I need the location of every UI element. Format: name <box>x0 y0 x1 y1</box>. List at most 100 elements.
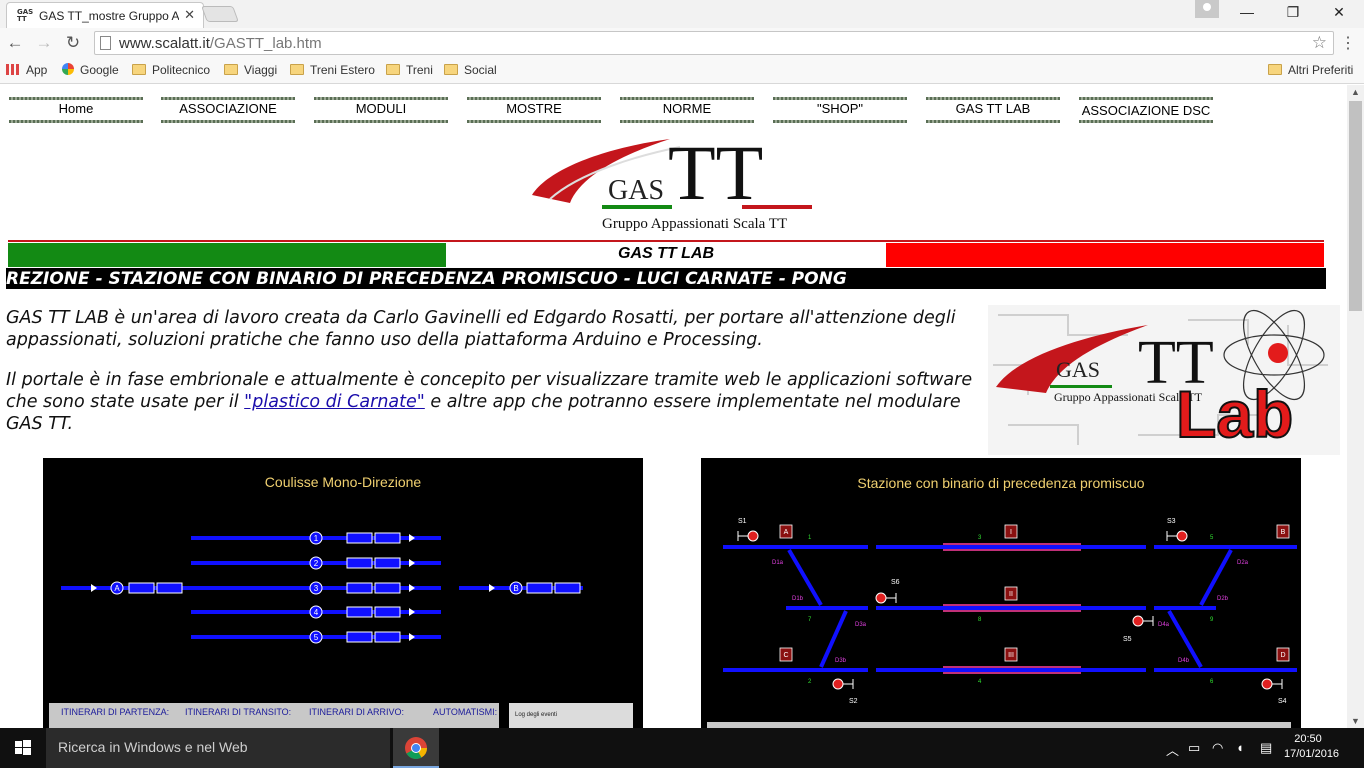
windows-logo-icon <box>15 740 31 755</box>
nav-shop[interactable]: "SHOP" <box>773 97 907 123</box>
switch-label: D2b <box>1217 596 1229 602</box>
lab-logo-lab: Lab <box>1176 377 1293 451</box>
volume-icon[interactable]: ◖ <box>1236 740 1244 755</box>
wifi-icon[interactable]: ◠ <box>1212 740 1223 756</box>
nav-associazione[interactable]: ASSOCIAZIONE <box>161 97 295 123</box>
minimize-icon[interactable]: — <box>1235 4 1259 22</box>
itinerary-label: ITINERARI DI PARTENZA: <box>61 707 169 717</box>
browser-titlebar: GAS TT GAS TT_mostre Gruppo Ap ✕ — ❐ ✕ <box>0 0 1364 28</box>
windows-start-button[interactable] <box>0 728 46 768</box>
signal-label: S5 <box>1123 636 1132 643</box>
nav-gas-tt-lab[interactable]: GAS TT LAB <box>926 97 1060 123</box>
nav-associazione-dsc[interactable]: ASSOCIAZIONE DSC <box>1079 97 1213 123</box>
coulisse-panel[interactable]: Coulisse Mono-Direzione 1 2 3 4 5 A B IT… <box>43 458 643 728</box>
tab-title: GAS TT_mostre Gruppo Ap <box>39 9 179 23</box>
bookmark-social[interactable]: Social <box>444 63 497 79</box>
track-label: 5 <box>1210 535 1214 541</box>
switch-label: D1a <box>772 560 784 566</box>
windows-taskbar: Ricerca in Windows e nel Web ︿ ▭ ◠ ◖ ▤ 2… <box>0 728 1364 768</box>
page-icon <box>100 36 111 50</box>
back-arrow-icon[interactable]: ← <box>4 32 26 54</box>
ticker-marquee: REZIONE - STAZIONE CON BINARIO DI PRECED… <box>6 268 1326 289</box>
clock-date: 17/01/2016 <box>1284 748 1340 760</box>
track-number: 5 <box>314 633 319 642</box>
coulisse-diagram: 1 2 3 4 5 A B ITINERARI DI PARTENZA: ITI… <box>49 531 633 728</box>
tab-close-icon[interactable]: ✕ <box>184 7 195 23</box>
track-label: 4 <box>978 679 982 685</box>
bookmark-label: App <box>26 63 48 77</box>
nav-norme[interactable]: NORME <box>620 97 754 123</box>
track-number: 4 <box>314 608 319 617</box>
red-flag-bar <box>886 243 1324 267</box>
portal-paragraph: Il portale è in fase embrionale e attual… <box>6 369 986 435</box>
bookmark-app[interactable]: App <box>6 63 47 79</box>
taskbar-clock[interactable]: 20:50 17/01/2016 <box>1284 732 1340 762</box>
station-panel[interactable]: Stazione con binario di precedenza promi… <box>701 458 1301 728</box>
notifications-icon[interactable]: ▤ <box>1260 740 1272 756</box>
scroll-down-icon[interactable]: ▼ <box>1351 716 1360 726</box>
new-tab-button[interactable] <box>201 6 239 22</box>
logo-subtitle: Gruppo Appassionati Scala TT <box>602 216 787 232</box>
close-window-icon[interactable]: ✕ <box>1327 4 1351 22</box>
scroll-thumb[interactable] <box>1349 101 1362 311</box>
bookmark-google[interactable]: Google <box>62 63 119 79</box>
gas-tt-logo[interactable]: GAS TT Gruppo Appassionati Scala TT <box>530 129 820 237</box>
bookmark-viaggi[interactable]: Viaggi <box>224 63 277 79</box>
point-a-label: A <box>114 584 120 593</box>
bookmark-politecnico[interactable]: Politecnico <box>132 63 210 79</box>
logo-green-stripe <box>602 205 672 209</box>
screen: GAS TT GAS TT_mostre Gruppo Ap ✕ — ❐ ✕ ←… <box>0 0 1364 768</box>
browser-toolbar: ← → ↻ www.scalatt.it/GASTT_lab.htm ☆ ⋮ <box>0 28 1364 58</box>
taskbar-search-box[interactable]: Ricerca in Windows e nel Web <box>46 728 390 768</box>
marker-label: B <box>1281 529 1286 536</box>
platform-label: II <box>1009 591 1013 598</box>
track-label: 1 <box>808 535 812 541</box>
tray-expand-icon[interactable]: ︿ <box>1166 740 1179 759</box>
clock-time: 20:50 <box>1294 733 1322 745</box>
restore-icon[interactable]: ❐ <box>1281 4 1305 22</box>
logo-red-stripe <box>742 205 812 209</box>
lab-logo-graphic: GAS TT Gruppo Appassionati Scala TT Lab <box>988 305 1340 455</box>
bookmark-other[interactable]: Altri Preferiti <box>1268 63 1353 79</box>
signal-label: S6 <box>891 579 900 586</box>
track-label: 8 <box>978 617 982 623</box>
marker-label: C <box>783 652 788 659</box>
url-text[interactable]: www.scalatt.it/GASTT_lab.htm <box>119 35 322 52</box>
chrome-icon <box>405 737 427 759</box>
reload-icon[interactable]: ↻ <box>62 32 84 54</box>
logo-tt-text: TT <box>668 137 763 216</box>
track-label: 9 <box>1210 617 1214 623</box>
switch-label: D1b <box>792 596 804 602</box>
log-label: Log degli eventi <box>515 712 557 718</box>
battery-icon[interactable]: ▭ <box>1188 740 1200 756</box>
switch-label: D4a <box>1158 622 1170 628</box>
station-diagram: A B C D I II III S1 S3 S6 S5 S2 S4 D1a D… <box>707 518 1297 728</box>
chrome-menu-icon[interactable]: ⋮ <box>1338 33 1358 53</box>
switch-label: D3b <box>835 658 847 664</box>
marker-label: A <box>784 529 789 536</box>
nav-home[interactable]: Home <box>9 97 143 123</box>
nav-moduli[interactable]: MODULI <box>314 97 448 123</box>
bookmark-star-icon[interactable]: ☆ <box>1312 33 1327 53</box>
page-scrollbar[interactable]: ▲ ▼ <box>1347 85 1364 728</box>
address-bar[interactable]: www.scalatt.it/GASTT_lab.htm ☆ <box>94 31 1334 55</box>
bookmark-treni-estero[interactable]: Treni Estero <box>290 63 375 79</box>
bookmark-treni[interactable]: Treni <box>386 63 433 79</box>
search-placeholder: Ricerca in Windows e nel Web <box>58 739 248 755</box>
ticker-text: REZIONE - STAZIONE CON BINARIO DI PRECED… <box>6 269 847 289</box>
bookmarks-bar: App Google Politecnico Viaggi Treni Este… <box>0 58 1364 84</box>
track-number: 1 <box>314 534 319 543</box>
bookmark-label: Altri Preferiti <box>1288 63 1354 77</box>
track-label: 3 <box>978 535 982 541</box>
bookmark-label: Treni Estero <box>310 63 375 77</box>
chrome-taskbar-button[interactable] <box>393 728 439 768</box>
switch-label: D3a <box>855 622 867 628</box>
scroll-up-icon[interactable]: ▲ <box>1351 87 1360 97</box>
plastico-carnate-link[interactable]: "plastico di Carnate" <box>244 392 425 412</box>
bookmark-label: Politecnico <box>152 63 211 77</box>
browser-tab[interactable]: GAS TT GAS TT_mostre Gruppo Ap ✕ <box>6 2 204 28</box>
nav-mostre[interactable]: MOSTRE <box>467 97 601 123</box>
profile-icon[interactable] <box>1195 0 1219 18</box>
signal-label: S2 <box>849 698 858 705</box>
forward-arrow-icon[interactable]: → <box>33 32 55 54</box>
